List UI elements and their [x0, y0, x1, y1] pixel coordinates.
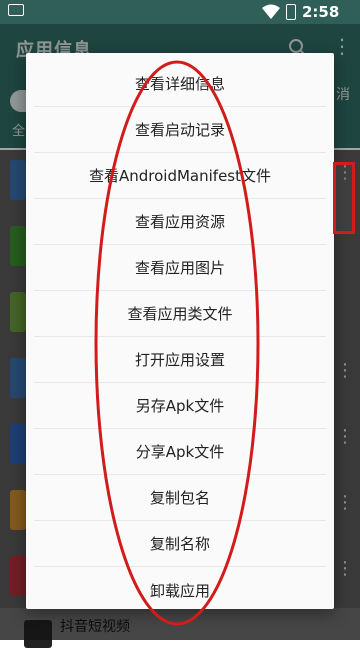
menu-item-copy-package-name[interactable]: 复制包名 [34, 475, 326, 521]
status-bar: 2:58 [0, 0, 360, 24]
menu-item-copy-name[interactable]: 复制名称 [34, 521, 326, 567]
battery-icon [286, 4, 296, 20]
keyboard-icon [8, 4, 24, 16]
menu-item-save-apk[interactable]: 另存Apk文件 [34, 383, 326, 429]
status-time: 2:58 [302, 3, 340, 21]
menu-item-open-settings[interactable]: 打开应用设置 [34, 337, 326, 383]
menu-item-share-apk[interactable]: 分享Apk文件 [34, 429, 326, 475]
menu-item-view-details[interactable]: 查看详细信息 [34, 61, 326, 107]
menu-item-view-resources[interactable]: 查看应用资源 [34, 199, 326, 245]
annotation-rectangle [333, 162, 355, 234]
menu-item-view-images[interactable]: 查看应用图片 [34, 245, 326, 291]
menu-item-view-launch-log[interactable]: 查看启动记录 [34, 107, 326, 153]
menu-item-uninstall[interactable]: 卸载应用 [34, 567, 326, 613]
menu-item-view-manifest[interactable]: 查看AndroidManifest文件 [34, 153, 326, 199]
app-actions-dialog: 查看详细信息 查看启动记录 查看AndroidManifest文件 查看应用资源… [26, 53, 334, 609]
wifi-icon [262, 4, 280, 19]
menu-item-view-classes[interactable]: 查看应用类文件 [34, 291, 326, 337]
